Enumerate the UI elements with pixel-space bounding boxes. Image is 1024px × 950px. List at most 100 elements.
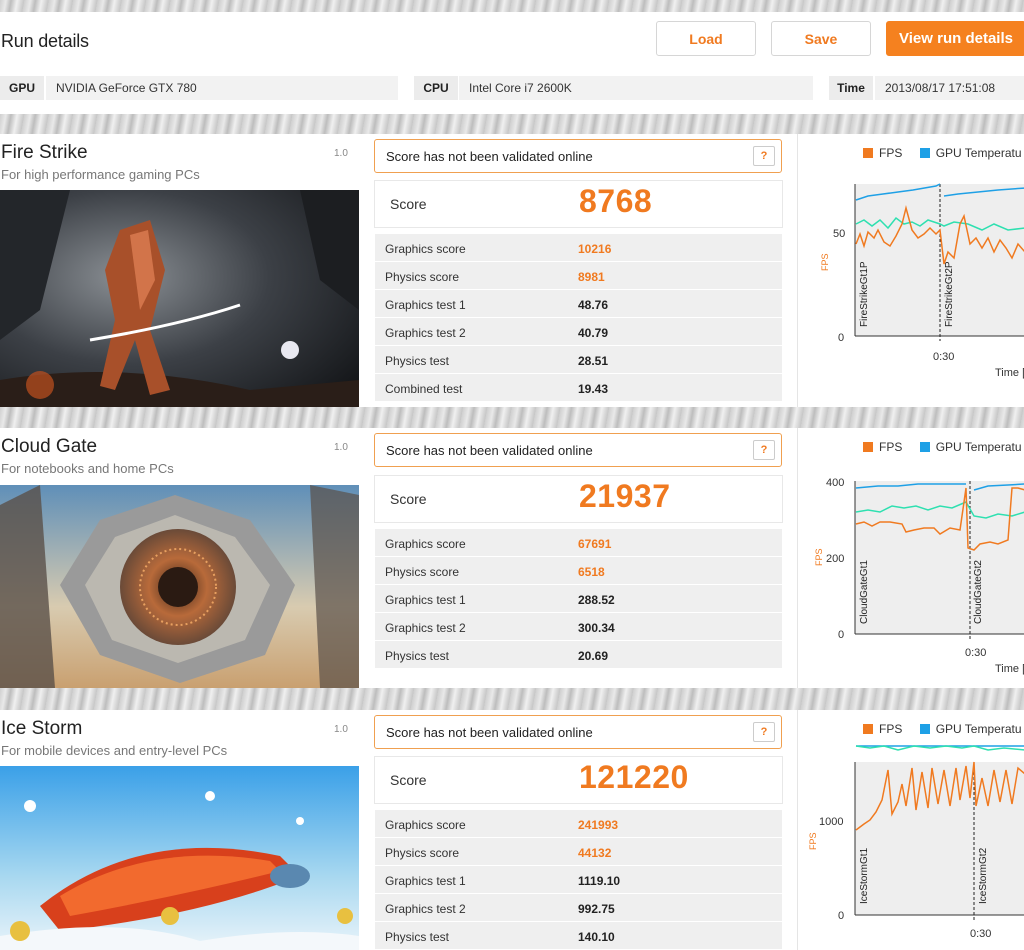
row-label: Physics test	[385, 354, 450, 368]
detail-table: Graphics score 241993 Physics score 44132 …	[375, 810, 782, 950]
score-value: 121220	[579, 759, 689, 795]
row-value: 140.10	[578, 930, 615, 944]
benchmark-version: 1.0	[334, 442, 348, 453]
table-row: Physics test 28.51	[375, 346, 782, 374]
row-label: Graphics test 1	[385, 593, 466, 607]
y-tick-label: 0	[838, 332, 844, 344]
segment-label: IceStormGt1	[859, 847, 870, 904]
segment-label: CloudGateGt2	[973, 560, 984, 624]
segment-label: IceStormGt2	[978, 847, 989, 904]
table-row: Physics test 20.69	[375, 641, 782, 669]
row-value: 1119.10	[578, 874, 621, 888]
benchmark-cloud-gate: Cloud Gate For notebooks and home PCs 1.…	[0, 428, 1024, 688]
table-row: Physics score 44132	[375, 838, 782, 866]
fps-chart-panel: FPS GPU Temperatu 400 200 0 FPS 0:30 Tim…	[797, 428, 1024, 688]
x-tick-label: 0:30	[970, 928, 991, 940]
row-value: 992.75	[578, 902, 615, 916]
save-button[interactable]: Save	[771, 21, 871, 56]
table-row: Graphics score 10216	[375, 234, 782, 262]
fps-chart-panel: FPS GPU Temperatu 50 0 FPS 0:30 Time [ F…	[797, 134, 1024, 407]
fps-chart-panel: FPS GPU Temperatu 1000 0 FPS 0:30 IceSto…	[797, 710, 1024, 950]
segment-label: CloudGateGt1	[859, 560, 870, 624]
benchmark-ice-storm: Ice Storm For mobile devices and entry-l…	[0, 710, 1024, 950]
row-label: Graphics score	[385, 818, 466, 832]
table-row: Graphics test 2 300.34	[375, 613, 782, 641]
benchmark-description: For high performance gaming PCs	[1, 167, 200, 182]
row-label: Graphics test 2	[385, 621, 466, 635]
y-tick-label: 0	[838, 910, 844, 922]
row-value: 241993	[578, 818, 619, 832]
row-value: 6518	[578, 565, 605, 579]
table-row: Graphics test 2 40.79	[375, 318, 782, 346]
table-row: Physics score 8981	[375, 262, 782, 290]
row-value: 44132	[578, 846, 612, 860]
benchmark-version: 1.0	[334, 724, 348, 735]
row-value: 40.79	[578, 326, 609, 340]
benchmark-description: For mobile devices and entry-level PCs	[1, 743, 228, 758]
validation-text: Score has not been validated online	[386, 148, 593, 164]
row-label: Graphics score	[385, 242, 466, 256]
validation-notice: Score has not been validated online ?	[374, 139, 782, 173]
time-value: 2013/08/17 17:51:08	[875, 76, 1024, 100]
table-row: Physics test 140.10	[375, 922, 782, 950]
row-label: Physics score	[385, 565, 460, 579]
table-row: Graphics score 241993	[375, 810, 782, 838]
x-axis-label: Time [	[995, 663, 1024, 675]
cpu-value: Intel Core i7 2600K	[459, 76, 813, 100]
y-axis-label: FPS	[814, 548, 824, 566]
score-row: Score 21937	[375, 476, 782, 522]
help-button[interactable]: ?	[753, 146, 775, 166]
row-label: Physics score	[385, 270, 460, 284]
time-label: Time	[829, 76, 873, 100]
y-axis-label: FPS	[820, 253, 830, 271]
page-title: Run details	[1, 31, 89, 51]
row-label: Physics score	[385, 846, 460, 860]
row-label: Graphics score	[385, 537, 466, 551]
row-label: Combined test	[385, 382, 463, 396]
x-tick-label: 0:30	[933, 351, 954, 363]
gpu-value: NVIDIA GeForce GTX 780	[46, 76, 398, 100]
table-row: Graphics score 67691	[375, 529, 782, 557]
view-run-details-button[interactable]: View run details	[886, 21, 1024, 56]
row-label: Graphics test 1	[385, 298, 466, 312]
gpu-label: GPU	[0, 76, 44, 100]
fps-chart: 1000 0 FPS 0:30 IceStormGt1 IceStormGt2	[808, 745, 1024, 940]
validation-notice: Score has not been validated online ?	[374, 433, 782, 467]
score-value: 21937	[579, 478, 671, 514]
fps-chart: 400 200 0 FPS 0:30 Time [ CloudGateGt1 C…	[814, 477, 1024, 675]
benchmark-title: Fire Strike	[1, 142, 88, 163]
row-value: 300.34	[578, 621, 615, 635]
table-row: Physics score 6518	[375, 557, 782, 585]
fire-strike-artwork	[0, 190, 359, 407]
help-button[interactable]: ?	[753, 722, 775, 742]
x-axis-label: Time [	[995, 367, 1024, 379]
benchmark-fire-strike: Fire Strike For high performance gaming …	[0, 134, 1024, 407]
y-tick-label: 200	[826, 553, 844, 565]
help-button[interactable]: ?	[753, 440, 775, 460]
cpu-label: CPU	[414, 76, 458, 100]
segment-label: FireStrikeGt1P	[859, 261, 870, 327]
benchmark-title: Ice Storm	[1, 718, 83, 739]
y-axis-label: FPS	[808, 832, 818, 850]
validation-text: Score has not been validated online	[386, 724, 593, 740]
fps-chart: 50 0 FPS 0:30 Time [ FireStrikeGt1P Fire…	[820, 183, 1024, 379]
row-value: 48.76	[578, 298, 609, 312]
detail-table: Graphics score 67691 Physics score 6518 Gr…	[375, 529, 782, 669]
ice-storm-artwork	[0, 766, 359, 950]
score-row: Score 8768	[375, 181, 782, 227]
validation-notice: Score has not been validated online ?	[374, 715, 782, 749]
score-label: Score	[390, 772, 427, 788]
row-value: 20.69	[578, 649, 609, 663]
benchmark-title: Cloud Gate	[1, 436, 98, 457]
header-bar: Run details Load Save View run details	[0, 12, 1024, 64]
plot-area	[855, 481, 1024, 634]
row-label: Graphics test 2	[385, 326, 466, 340]
load-button[interactable]: Load	[656, 21, 756, 56]
benchmark-description: For notebooks and home PCs	[1, 461, 174, 476]
score-label: Score	[390, 491, 427, 507]
row-value: 288.52	[578, 593, 615, 607]
cloud-gate-artwork	[0, 485, 359, 688]
score-row: Score 121220	[375, 757, 782, 803]
score-label: Score	[390, 196, 427, 212]
score-value: 8768	[579, 183, 653, 219]
